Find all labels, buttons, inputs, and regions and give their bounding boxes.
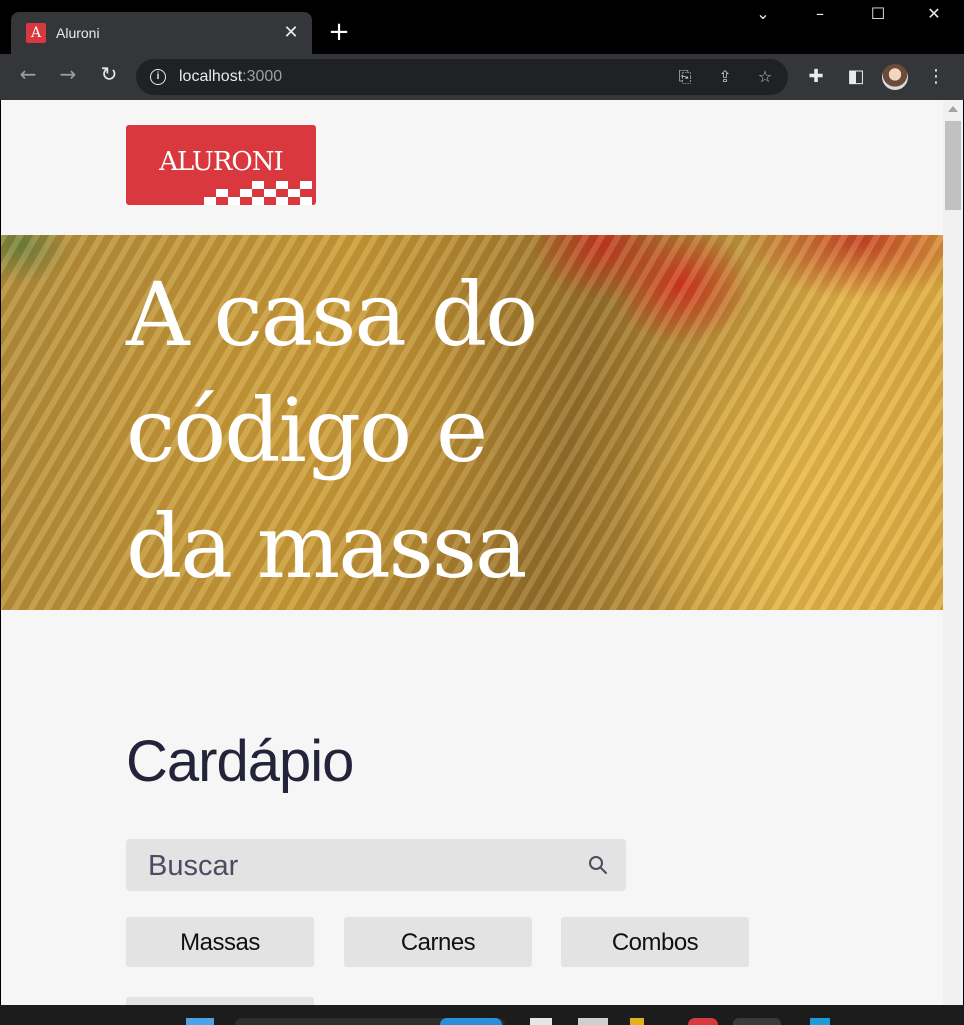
filter-button-partial[interactable] [126,997,314,1005]
start-windows-icon[interactable] [186,1018,214,1025]
share-icon[interactable]: ⇪ [714,67,736,87]
site-info-icon[interactable]: i [150,69,166,85]
taskbar-app-icon[interactable] [810,1018,830,1025]
new-tab-plus-icon[interactable]: + [326,19,352,45]
back-arrow-icon[interactable]: ← [13,62,43,92]
site-logo[interactable]: ALURONI [126,125,316,205]
url-host: localhost [179,68,243,85]
hero-banner: A casa do código e da massa [1,235,943,610]
search-box [126,839,626,891]
translate-icon[interactable]: ⎘ [674,67,696,87]
tab-search-chevron-icon[interactable]: ⌄ [740,4,786,36]
forward-arrow-icon[interactable]: → [53,62,83,92]
filter-button-combos[interactable]: Combos [561,917,749,967]
scroll-thumb[interactable] [945,121,961,210]
bookmark-star-icon[interactable]: ☆ [754,67,776,87]
taskbar-app-icon[interactable] [578,1018,608,1025]
search-input[interactable] [146,847,570,885]
page-viewport: ALURONI A casa do código e da massa Card… [1,100,943,1005]
minimize-icon[interactable]: – [797,4,843,36]
taskbar-app-icon[interactable] [630,1018,644,1025]
url-text[interactable]: localhost:3000 [179,67,282,87]
url-port: :3000 [242,68,283,85]
browser-toolbar: ← → ↻ i localhost:3000 ⎘ ⇪ ☆ ✚ ◧ ⋮ [0,54,964,100]
profile-avatar[interactable] [882,64,908,90]
favicon-icon: A [26,23,46,43]
window-close-icon[interactable]: ✕ [911,4,957,36]
tab-close-icon[interactable]: ✕ [282,22,300,44]
taskbar-chrome-icon[interactable] [733,1018,781,1025]
taskbar-search-highlight [440,1018,502,1025]
logo-text: ALURONI [159,147,283,177]
scroll-up-arrow-icon[interactable] [948,106,958,112]
kebab-menu-icon[interactable]: ⋮ [925,66,947,88]
maximize-icon[interactable]: ☐ [855,4,901,36]
taskbar-app-icon[interactable] [688,1018,718,1025]
reload-icon[interactable]: ↻ [94,62,124,92]
browser-tab-active[interactable]: A Aluroni ✕ [11,12,312,54]
search-icon[interactable] [588,855,608,875]
filter-button-carnes[interactable]: Carnes [344,917,532,967]
browser-titlebar: A Aluroni ✕ + ⌄ – ☐ ✕ [0,0,964,54]
side-panel-icon[interactable]: ◧ [845,66,867,88]
menu-title: Cardápio [126,729,354,794]
filter-button-massas[interactable]: Massas [126,917,314,967]
tab-title: Aluroni [56,25,100,41]
hero-title: A casa do código e da massa [126,263,538,598]
taskbar-app-icon[interactable] [530,1018,552,1025]
os-taskbar [0,1005,964,1025]
address-bar[interactable]: i localhost:3000 ⎘ ⇪ ☆ [136,59,788,95]
extensions-puzzle-icon[interactable]: ✚ [805,66,827,88]
checkered-pattern-icon [204,181,312,205]
page-scrollbar[interactable] [943,100,963,1005]
